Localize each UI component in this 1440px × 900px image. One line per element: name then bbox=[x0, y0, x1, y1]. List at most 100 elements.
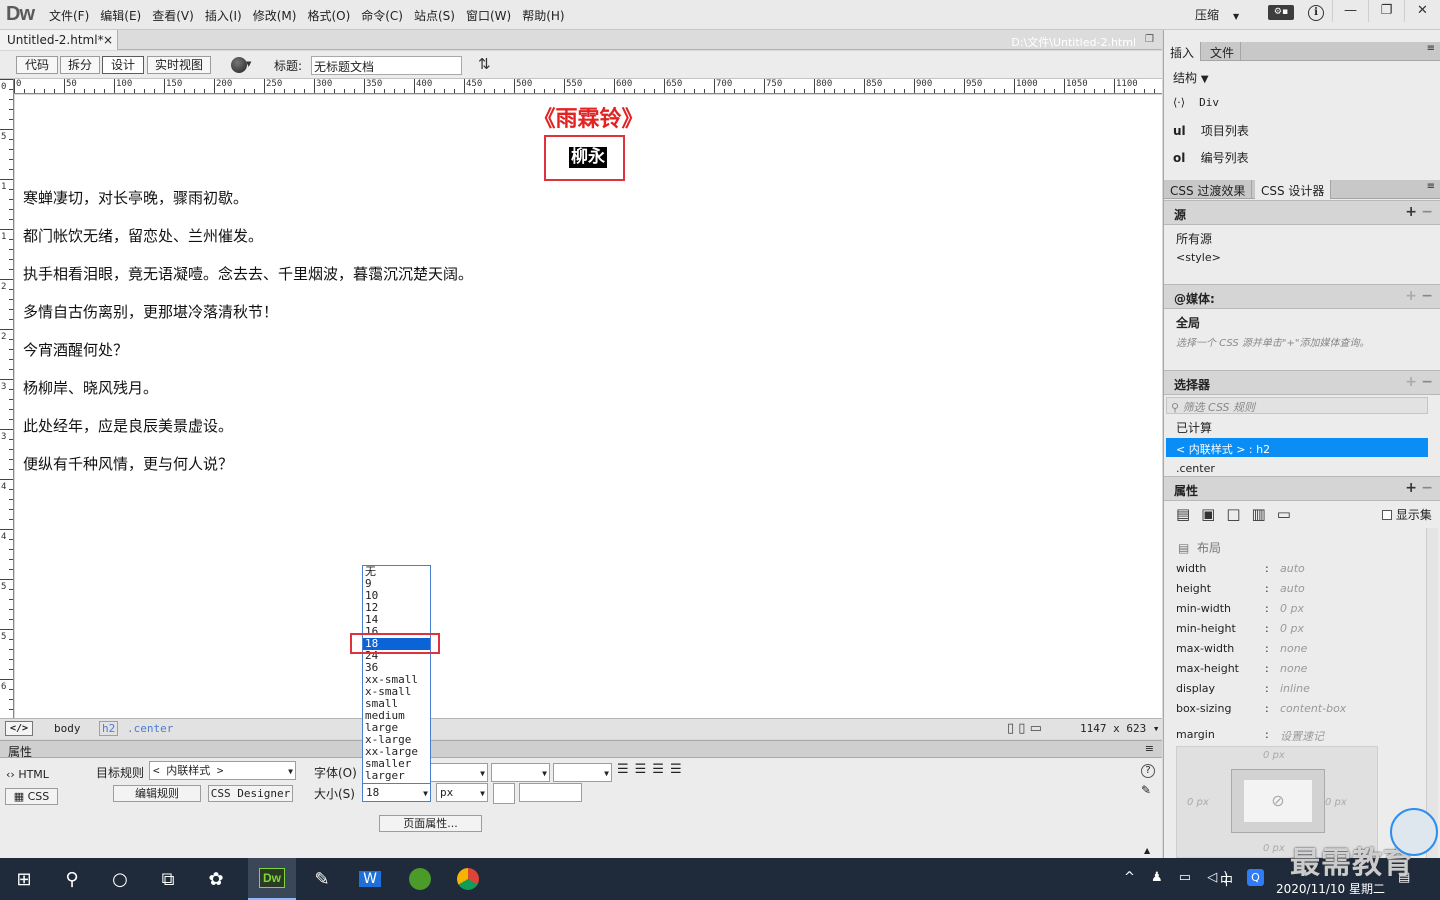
design-view[interactable]: 《雨霖铃》 柳永 寒蝉凄切，对长亭晚，骤雨初歇。 都门帐饮无绪，留恋处、兰州催发… bbox=[15, 95, 1162, 718]
property-value[interactable]: auto bbox=[1280, 582, 1305, 595]
font-size-option[interactable]: 36 bbox=[363, 662, 430, 674]
property-value[interactable]: auto bbox=[1280, 562, 1305, 575]
maximize-button[interactable]: ❐ bbox=[1368, 0, 1404, 22]
css-mode-button[interactable]: ▦ CSS bbox=[5, 788, 58, 805]
assistant-avatar[interactable] bbox=[1390, 808, 1438, 856]
font-size-option[interactable]: x-large bbox=[363, 734, 430, 746]
property-value[interactable]: 0 px bbox=[1280, 602, 1304, 615]
font-size-option[interactable]: large bbox=[363, 722, 430, 734]
property-value[interactable]: none bbox=[1280, 662, 1307, 675]
remove-selector-icon[interactable]: − bbox=[1421, 374, 1433, 390]
margin-left[interactable]: 0 px bbox=[1187, 797, 1209, 808]
font-size-option[interactable]: small bbox=[363, 698, 430, 710]
workspace-switcher[interactable]: 压缩 ▼ bbox=[1195, 6, 1239, 23]
menu-help[interactable]: 帮助(H) bbox=[517, 7, 569, 24]
align-buttons[interactable]: ☰☰☰☰ bbox=[617, 762, 688, 777]
page-properties-button[interactable]: 页面属性... bbox=[379, 815, 482, 832]
font-size-option[interactable]: 无 bbox=[363, 566, 430, 578]
font-size-option[interactable]: 14 bbox=[363, 614, 430, 626]
task-view-icon[interactable]: ⧉ bbox=[144, 858, 192, 900]
font-size-option[interactable]: larger bbox=[363, 770, 430, 782]
cortana-icon[interactable]: ○ bbox=[96, 858, 144, 900]
font-size-option[interactable]: 10 bbox=[363, 590, 430, 602]
properties-scrollbar[interactable] bbox=[1426, 528, 1438, 858]
font-size-option[interactable]: 12 bbox=[363, 602, 430, 614]
panel-menu-icon[interactable]: ≡ bbox=[1145, 742, 1154, 755]
pinwheel-app-icon[interactable]: ✿ bbox=[192, 858, 240, 900]
font-style-select[interactable]: ▼ bbox=[553, 763, 612, 782]
font-size-select[interactable]: 18 ▼ bbox=[362, 783, 431, 802]
qq-icon[interactable]: Q bbox=[1247, 869, 1264, 886]
restore-window-icon[interactable]: ❐ bbox=[1145, 34, 1154, 45]
design-view-button[interactable]: 设计 bbox=[102, 56, 144, 74]
menu-format[interactable]: 格式(O) bbox=[302, 7, 355, 24]
insert-div-item[interactable]: ⟨·⟩ Div bbox=[1173, 96, 1219, 109]
remove-media-icon[interactable]: − bbox=[1421, 288, 1433, 304]
menu-window[interactable]: 窗口(W) bbox=[461, 7, 516, 24]
link-icon[interactable]: ⊘ bbox=[1244, 780, 1312, 822]
wps-icon[interactable]: W bbox=[346, 858, 394, 900]
edit-rule-button[interactable]: 编辑规则 bbox=[113, 785, 201, 802]
font-size-option[interactable]: 9 bbox=[363, 578, 430, 590]
font-size-dropdown-list[interactable]: 无 9 10 12 14 16 18 24 36 xx-small x-small small medi… bbox=[362, 565, 431, 784]
title-input[interactable]: 无标题文档 bbox=[311, 56, 462, 75]
close-tab-icon[interactable]: × bbox=[103, 33, 113, 47]
tab-css-designer[interactable]: CSS 设计器 bbox=[1255, 180, 1332, 199]
quick-tag-editor-icon[interactable]: ✎ bbox=[1141, 783, 1151, 797]
tab-insert[interactable]: 插入 bbox=[1164, 42, 1202, 61]
font-size-option[interactable]: x-small bbox=[363, 686, 430, 698]
menu-site[interactable]: 站点(S) bbox=[409, 7, 460, 24]
color-picker[interactable] bbox=[493, 783, 515, 804]
add-selector-icon[interactable]: + bbox=[1405, 374, 1417, 390]
insert-category[interactable]: 结构 ▼ bbox=[1173, 69, 1209, 86]
minimize-button[interactable]: — bbox=[1332, 0, 1368, 22]
tab-files[interactable]: 文件 bbox=[1204, 42, 1242, 61]
font-family-select[interactable]: ▼ bbox=[430, 763, 488, 782]
add-source-icon[interactable]: + bbox=[1405, 204, 1417, 220]
globe-icon[interactable] bbox=[231, 57, 247, 73]
insert-ol-item[interactable]: ol 编号列表 bbox=[1173, 149, 1249, 166]
close-button[interactable]: ✕ bbox=[1404, 0, 1440, 22]
split-view-button[interactable]: 拆分 bbox=[60, 56, 100, 74]
windows-start-icon[interactable]: ⊞ bbox=[0, 858, 48, 900]
panel-menu-icon[interactable]: ≡ bbox=[1427, 181, 1435, 192]
ime-indicator[interactable]: 中 bbox=[1220, 870, 1233, 889]
menu-file[interactable]: 文件(F) bbox=[44, 7, 94, 24]
panel-menu-icon[interactable]: ≡ bbox=[1427, 43, 1435, 54]
property-category-icons[interactable]: ▤▣□▥▭ bbox=[1176, 505, 1302, 523]
code-view-button[interactable]: 代码 bbox=[16, 56, 58, 74]
menu-edit[interactable]: 编辑(E) bbox=[95, 7, 146, 24]
tab-css-transitions[interactable]: CSS 过渡效果 bbox=[1164, 180, 1253, 199]
watermelon-app-icon[interactable] bbox=[396, 858, 444, 900]
menu-commands[interactable]: 命令(C) bbox=[356, 7, 408, 24]
chrome-icon[interactable] bbox=[444, 858, 492, 900]
property-value[interactable]: none bbox=[1280, 642, 1307, 655]
selector-item-selected[interactable]: < 内联样式 > : h2 bbox=[1166, 438, 1428, 457]
selector-item[interactable]: 已计算 bbox=[1176, 419, 1212, 436]
tag-selector-body[interactable]: body bbox=[50, 722, 85, 735]
font-unit-select[interactable]: px ▼ bbox=[436, 783, 488, 802]
code-tag-icon[interactable]: </> bbox=[5, 721, 33, 736]
live-view-button[interactable]: 实时视图 bbox=[147, 56, 211, 74]
property-value[interactable]: 0 px bbox=[1280, 622, 1304, 635]
search-icon[interactable]: ⚲ bbox=[48, 858, 96, 900]
help-icon[interactable]: ? bbox=[1141, 764, 1155, 778]
property-value[interactable]: inline bbox=[1280, 682, 1310, 695]
document-tab[interactable]: Untitled-2.html* × bbox=[0, 30, 118, 50]
font-weight-select[interactable]: ▼ bbox=[491, 763, 550, 782]
add-property-icon[interactable]: + bbox=[1405, 480, 1417, 496]
info-icon[interactable]: i bbox=[1308, 5, 1324, 21]
add-media-icon[interactable]: + bbox=[1405, 288, 1417, 304]
media-global[interactable]: 全局 bbox=[1176, 314, 1200, 331]
insert-ul-item[interactable]: ul 项目列表 bbox=[1173, 122, 1249, 139]
html-mode-button[interactable]: ‹› HTML bbox=[6, 767, 56, 784]
remove-property-icon[interactable]: − bbox=[1421, 480, 1433, 496]
tag-selector-h2[interactable]: h2 bbox=[99, 721, 119, 736]
margin-top[interactable]: 0 px bbox=[1263, 750, 1285, 761]
font-size-option[interactable]: smaller bbox=[363, 758, 430, 770]
color-input[interactable] bbox=[519, 783, 582, 802]
selector-filter-input[interactable]: ⚲ 筛选 CSS 规则 bbox=[1166, 397, 1428, 414]
source-item[interactable]: 所有源 bbox=[1176, 230, 1212, 247]
system-tray-icons[interactable]: ^ ♟ ▭ ◁) bbox=[1124, 870, 1234, 885]
margin-right[interactable]: 0 px bbox=[1325, 797, 1347, 808]
